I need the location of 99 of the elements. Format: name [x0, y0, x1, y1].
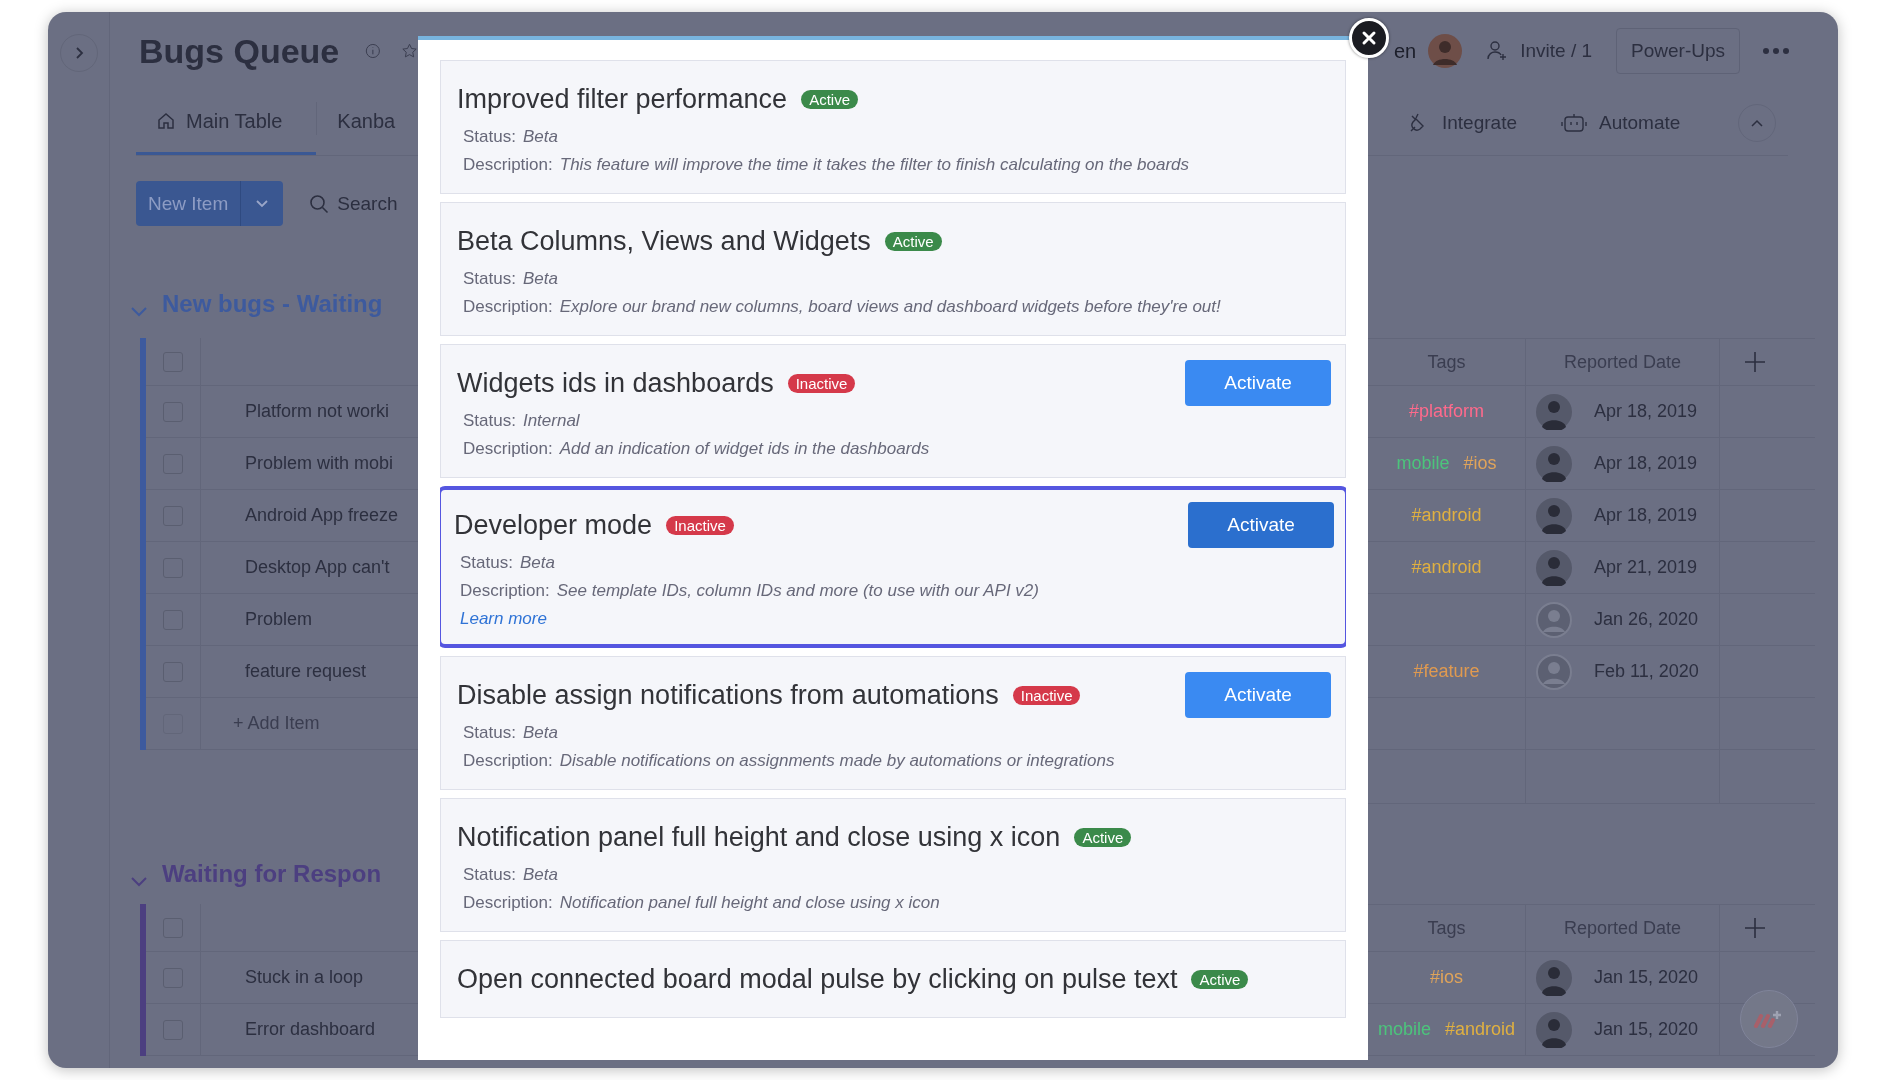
user-avatar[interactable] — [1536, 497, 1572, 534]
feature-title: Widgets ids in dashboards — [457, 367, 774, 399]
search-icon — [309, 193, 330, 214]
status-badge: Active — [1191, 969, 1249, 989]
status-badge: Active — [884, 231, 942, 251]
feature-title: Improved filter performance — [457, 83, 788, 115]
tag[interactable]: #feature — [1413, 661, 1480, 682]
tag[interactable]: #platform — [1408, 401, 1484, 422]
date-cell[interactable]: Jan 15, 2020 — [1594, 967, 1699, 988]
item-name[interactable]: Android App freeze — [245, 505, 399, 526]
automate-button[interactable]: Automate — [1561, 111, 1681, 134]
tag[interactable]: mobile — [1377, 1019, 1431, 1040]
status-value: Beta — [519, 553, 555, 572]
feature-title: Disable assign notifications from automations — [457, 679, 999, 711]
date-cell[interactable]: Jan 26, 2020 — [1594, 609, 1699, 630]
user-avatar[interactable] — [1536, 393, 1572, 430]
feature-title: Open connected board modal pulse by clicking on pulse text — [457, 963, 1178, 995]
user-name: en — [1394, 39, 1417, 63]
status-label: Status: — [463, 723, 516, 742]
description-text: Add an indication of widget ids in the dashboards — [559, 439, 930, 458]
view-tab[interactable]: Main Table — [136, 90, 317, 155]
power-ups-button[interactable]: Power-Ups — [1616, 28, 1741, 74]
caret-icon — [255, 198, 270, 209]
activate-button[interactable]: Activate — [1185, 360, 1331, 406]
date-cell[interactable]: Apr 18, 2019 — [1594, 505, 1698, 526]
item-name[interactable]: feature request — [245, 661, 367, 682]
collapse-icon[interactable] — [130, 306, 148, 318]
feature-title: Notification panel full height and close using x icon — [457, 821, 1061, 853]
user-avatar[interactable] — [1536, 601, 1572, 638]
user-avatar[interactable] — [1536, 653, 1572, 690]
tag[interactable]: #ios — [1463, 453, 1497, 474]
view-tab[interactable]: Kanba — [317, 90, 416, 155]
user-avatar[interactable] — [1536, 1011, 1572, 1048]
date-cell[interactable]: Apr 21, 2019 — [1594, 557, 1698, 578]
person-plus-icon — [1486, 40, 1509, 62]
description-text: Explore our brand new columns, board views and dashboard widgets before they're out! — [559, 297, 1221, 316]
user-avatar[interactable] — [1536, 445, 1572, 482]
item-name[interactable]: Error dashboard — [245, 1019, 376, 1040]
tag[interactable]: #android — [1445, 1019, 1516, 1040]
date-cell[interactable]: Feb 11, 2020 — [1594, 661, 1699, 682]
status-label: Status: — [460, 553, 513, 572]
feature-title: Developer mode — [454, 509, 653, 541]
item-name[interactable]: Platform not worki — [245, 401, 390, 422]
description-text: This feature will improve the time it takes the filter to finish calculating on the boards — [559, 155, 1190, 174]
description-label: Description: — [460, 581, 550, 600]
description-text: See template IDs, column IDs and more (to use with our API v2) — [556, 581, 1039, 600]
add-column-icon[interactable] — [1744, 351, 1766, 373]
status-badge: Inactive — [787, 373, 856, 393]
description-label: Description: — [463, 297, 553, 316]
date-cell[interactable]: Apr 18, 2019 — [1594, 453, 1698, 474]
tag[interactable]: #ios — [1430, 967, 1463, 988]
more-menu-icon[interactable] — [1762, 47, 1791, 55]
description-label: Description: — [463, 893, 553, 912]
search-button[interactable]: Search — [309, 192, 398, 215]
status-value: Beta — [522, 269, 558, 288]
status-badge: Active — [1074, 827, 1132, 847]
description-label: Description: — [463, 439, 553, 458]
user-avatar[interactable] — [1536, 959, 1572, 996]
description-text: Notification panel full height and close using x icon — [559, 893, 940, 912]
status-value: Beta — [522, 127, 558, 146]
item-name[interactable]: Problem with mobi — [245, 453, 394, 474]
status-label: Status: — [463, 127, 516, 146]
item-name[interactable]: Desktop App can't — [245, 557, 390, 578]
user-avatar[interactable] — [1428, 34, 1463, 68]
status-badge: Inactive — [666, 515, 734, 535]
status-badge: Inactive — [1012, 685, 1081, 705]
status-value: Beta — [522, 865, 558, 884]
date-cell[interactable]: Jan 15, 2020 — [1594, 1019, 1699, 1040]
description-label: Description: — [463, 751, 553, 770]
status-badge: Active — [801, 89, 858, 109]
integrate-button[interactable]: Integrate — [1408, 111, 1517, 134]
tag[interactable]: #android — [1411, 505, 1482, 526]
description-label: Description: — [463, 155, 553, 174]
add-column-icon[interactable] — [1744, 917, 1766, 939]
close-icon — [1361, 30, 1377, 46]
item-name[interactable]: Problem — [245, 609, 313, 630]
robot-icon — [1561, 111, 1587, 134]
status-value: Internal — [522, 411, 580, 430]
home-icon — [156, 111, 176, 131]
tag[interactable]: mobile — [1396, 453, 1450, 474]
close-button[interactable] — [1349, 18, 1389, 58]
description-text: Disable notifications on assignments made by automations or integrations — [559, 751, 1115, 770]
new-item-button[interactable]: New Item — [136, 181, 284, 226]
status-label: Status: — [463, 411, 516, 430]
user-avatar[interactable] — [1536, 549, 1572, 586]
feature-title: Beta Columns, Views and Widgets — [457, 225, 871, 257]
item-name[interactable]: Stuck in a loop — [245, 967, 364, 988]
date-cell[interactable]: Apr 18, 2019 — [1594, 401, 1698, 422]
board-title: Bugs Queue — [139, 31, 340, 71]
invite-button[interactable]: Invite / 1 — [1486, 40, 1593, 62]
learn-more-link[interactable]: Learn more — [460, 609, 547, 628]
activate-button[interactable]: Activate — [1188, 502, 1334, 548]
status-label: Status: — [463, 269, 516, 288]
tag[interactable]: #android — [1411, 557, 1482, 578]
collapse-icon[interactable] — [130, 876, 148, 888]
activate-button[interactable]: Activate — [1185, 672, 1331, 718]
status-label: Status: — [463, 865, 516, 884]
chevron-up-icon — [1751, 118, 1763, 127]
status-value: Beta — [522, 723, 558, 742]
